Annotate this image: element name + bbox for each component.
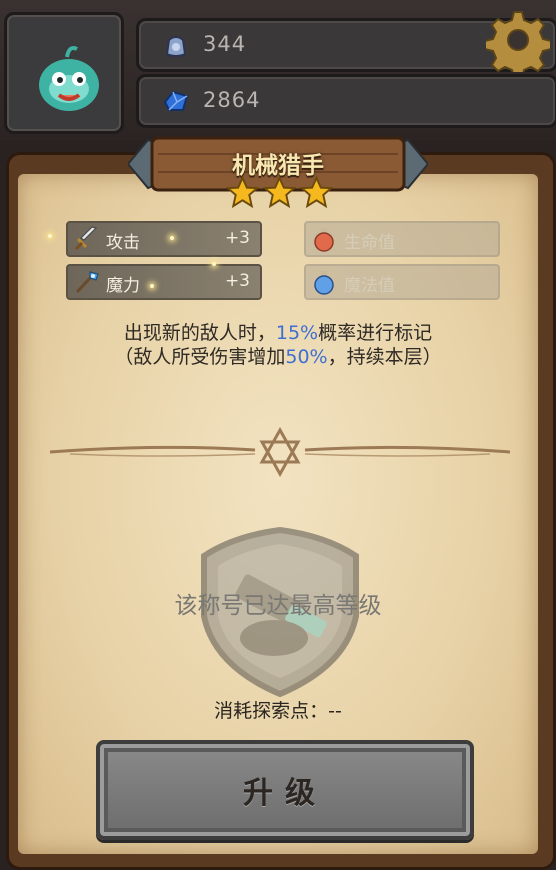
upgrade-button-label: 升级	[243, 776, 327, 811]
sword-icon	[74, 226, 98, 251]
stat-label: 攻击	[106, 233, 140, 253]
stat-attack: 攻击 +3	[66, 221, 262, 257]
stat-health: 生命值	[304, 221, 500, 257]
desc-highlight: 50%	[285, 346, 328, 368]
avatar	[39, 46, 99, 111]
desc-text: 出现新的敌人时，	[123, 322, 276, 344]
currency-1-value: 344	[203, 32, 247, 56]
max-level-notice: 该称号已达最高等级	[174, 593, 382, 619]
magic-staff-icon	[75, 271, 99, 294]
exploration-cost: 消耗探索点：--	[214, 700, 342, 722]
sparkle	[212, 262, 216, 266]
upgrade-button[interactable]: 升级	[96, 740, 474, 840]
star-icon	[300, 176, 333, 209]
blue-crystal-icon	[163, 90, 189, 111]
sparkle	[170, 236, 174, 240]
blue-potion-icon	[314, 271, 334, 295]
desc-text: （敌人所受伤害增加	[114, 346, 286, 368]
red-potion-icon	[314, 228, 334, 252]
settings-gear-icon[interactable]	[486, 8, 550, 72]
stat-label: 魔法值	[344, 276, 395, 296]
desc-text: ，持续本层）	[327, 346, 442, 368]
star-icon	[263, 176, 296, 209]
stat-magic: 魔力 +3	[66, 264, 262, 300]
sparkle	[48, 234, 52, 238]
sparkle	[150, 284, 154, 288]
currency-2-value: 2864	[203, 88, 261, 112]
gem-pouch-icon	[165, 36, 187, 57]
stat-label: 魔力	[106, 276, 140, 296]
desc-highlight: 15%	[275, 322, 319, 344]
currency-bar-2: 2864	[136, 74, 556, 128]
stat-value: +3	[224, 228, 250, 248]
player-avatar-frame[interactable]	[4, 12, 124, 134]
ability-description-line-1: 出现新的敌人时，15%概率进行标记	[40, 318, 516, 345]
star-icon	[226, 176, 259, 209]
desc-text: 概率进行标记	[318, 322, 433, 344]
title-name: 机械猎手	[232, 153, 324, 179]
stat-mana: 魔法值	[304, 264, 500, 300]
ornamental-divider	[50, 426, 510, 478]
star-rating	[226, 176, 334, 210]
stat-label: 生命值	[344, 233, 395, 253]
stat-value: +3	[224, 271, 250, 291]
ability-description-line-2: （敌人所受伤害增加50%，持续本层）	[40, 342, 516, 369]
